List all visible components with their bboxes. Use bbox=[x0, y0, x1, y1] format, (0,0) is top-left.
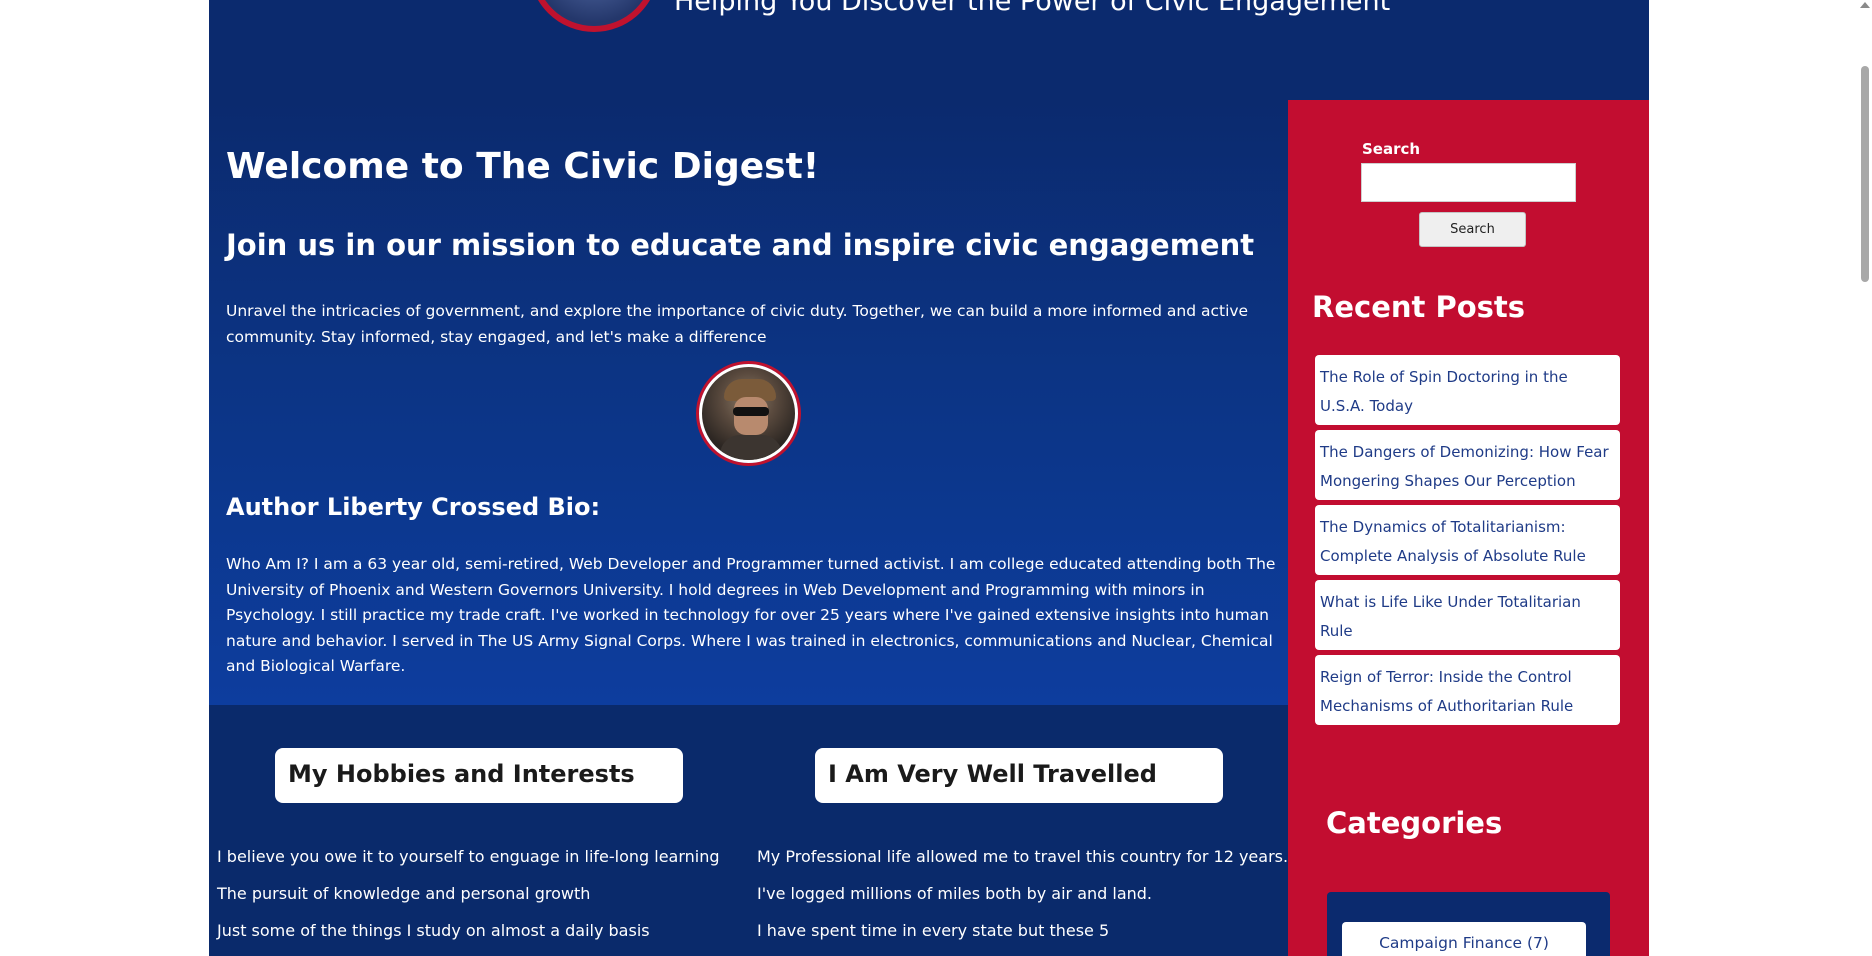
recent-post-link[interactable]: The Dynamics of Totalitarianism: Complet… bbox=[1315, 505, 1620, 575]
mission-heading: Join us in our mission to educate and in… bbox=[226, 228, 1255, 262]
page-scrollbar[interactable] bbox=[1857, 0, 1872, 956]
avatar-body bbox=[720, 435, 782, 460]
recent-post-link[interactable]: The Role of Spin Doctoring in the U.S.A.… bbox=[1315, 355, 1620, 425]
avatar-sunglasses bbox=[733, 407, 769, 416]
category-label: Campaign Finance bbox=[1379, 934, 1523, 952]
page-title: Welcome to The Civic Digest! bbox=[226, 146, 820, 187]
main-content: Welcome to The Civic Digest! Join us in … bbox=[209, 100, 1288, 705]
about-section: My Hobbies and Interests I Am Very Well … bbox=[209, 705, 1288, 956]
recent-posts-heading: Recent Posts bbox=[1312, 290, 1526, 324]
site-tagline: Helping You Discover the Power of Civic … bbox=[674, 0, 1391, 17]
site-logo[interactable] bbox=[529, 0, 659, 32]
category-link[interactable]: Campaign Finance (7) bbox=[1342, 922, 1586, 956]
categories-heading: Categories bbox=[1326, 806, 1503, 840]
travel-title: I Am Very Well Travelled bbox=[828, 760, 1157, 788]
site-header: Helping You Discover the Power of Civic … bbox=[209, 0, 1649, 100]
categories-list: Campaign Finance (7) bbox=[1327, 892, 1610, 956]
search-input[interactable] bbox=[1361, 163, 1576, 202]
hobbies-card: My Hobbies and Interests bbox=[275, 748, 683, 803]
page: Helping You Discover the Power of Civic … bbox=[0, 0, 1872, 956]
travel-line: I've logged millions of miles both by ai… bbox=[757, 884, 1153, 903]
hobbies-line: The pursuit of knowledge and personal gr… bbox=[217, 884, 591, 903]
bio-paragraph: Who Am I? I am a 63 year old, semi-retir… bbox=[226, 555, 1276, 675]
author-avatar bbox=[699, 364, 798, 463]
intro-paragraph: Unravel the intricacies of government, a… bbox=[226, 302, 1249, 346]
search-label: Search bbox=[1362, 140, 1421, 158]
travel-line: I have spent time in every state but the… bbox=[757, 921, 1110, 940]
site-container: Helping You Discover the Power of Civic … bbox=[209, 0, 1649, 956]
recent-post-link[interactable]: The Dangers of Demonizing: How Fear Mong… bbox=[1315, 430, 1620, 500]
recent-post-link[interactable]: What is Life Like Under Totalitarian Rul… bbox=[1315, 580, 1620, 650]
sidebar: Search Search Recent Posts The Role of S… bbox=[1288, 100, 1649, 956]
search-button[interactable]: Search bbox=[1419, 212, 1526, 247]
scroll-thumb[interactable] bbox=[1861, 66, 1869, 282]
hobbies-title: My Hobbies and Interests bbox=[288, 760, 635, 788]
travel-line: My Professional life allowed me to trave… bbox=[757, 847, 1289, 866]
hobbies-text: I believe you owe it to yourself to engu… bbox=[217, 847, 720, 956]
category-count: (7) bbox=[1526, 934, 1549, 952]
avatar-face bbox=[734, 397, 768, 435]
hobbies-line: Just some of the things I study on almos… bbox=[217, 921, 650, 940]
travel-text: My Professional life allowed me to trave… bbox=[757, 847, 1289, 956]
hobbies-line: I believe you owe it to yourself to engu… bbox=[217, 847, 720, 866]
recent-posts-list: The Role of Spin Doctoring in the U.S.A.… bbox=[1315, 355, 1620, 730]
travel-card: I Am Very Well Travelled bbox=[815, 748, 1223, 803]
bio-heading: Author Liberty Crossed Bio: bbox=[226, 493, 601, 521]
recent-post-link[interactable]: Reign of Terror: Inside the Control Mech… bbox=[1315, 655, 1620, 725]
scroll-up-arrow-icon[interactable] bbox=[1860, 2, 1870, 8]
